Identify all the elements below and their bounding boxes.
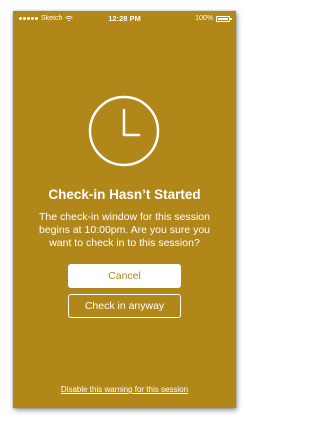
disable-warning-link[interactable]: Disable this warning for this session (13, 385, 236, 394)
status-bar: Sketch 12:28 PM 100% (13, 11, 236, 29)
battery-percentage: 100% (195, 15, 213, 22)
dialog-title: Check-in Hasn’t Started (48, 187, 201, 202)
dialog-message: The check-in window for this session beg… (38, 211, 211, 249)
phone-screen: Sketch 12:28 PM 100% Check-in Hasn’t Sta… (13, 11, 236, 408)
battery-icon (216, 15, 232, 22)
check-in-anyway-button[interactable]: Check in anyway (68, 294, 181, 318)
cancel-button[interactable]: Cancel (68, 264, 181, 288)
status-right: 100% (195, 15, 232, 22)
clock-icon (88, 95, 160, 167)
